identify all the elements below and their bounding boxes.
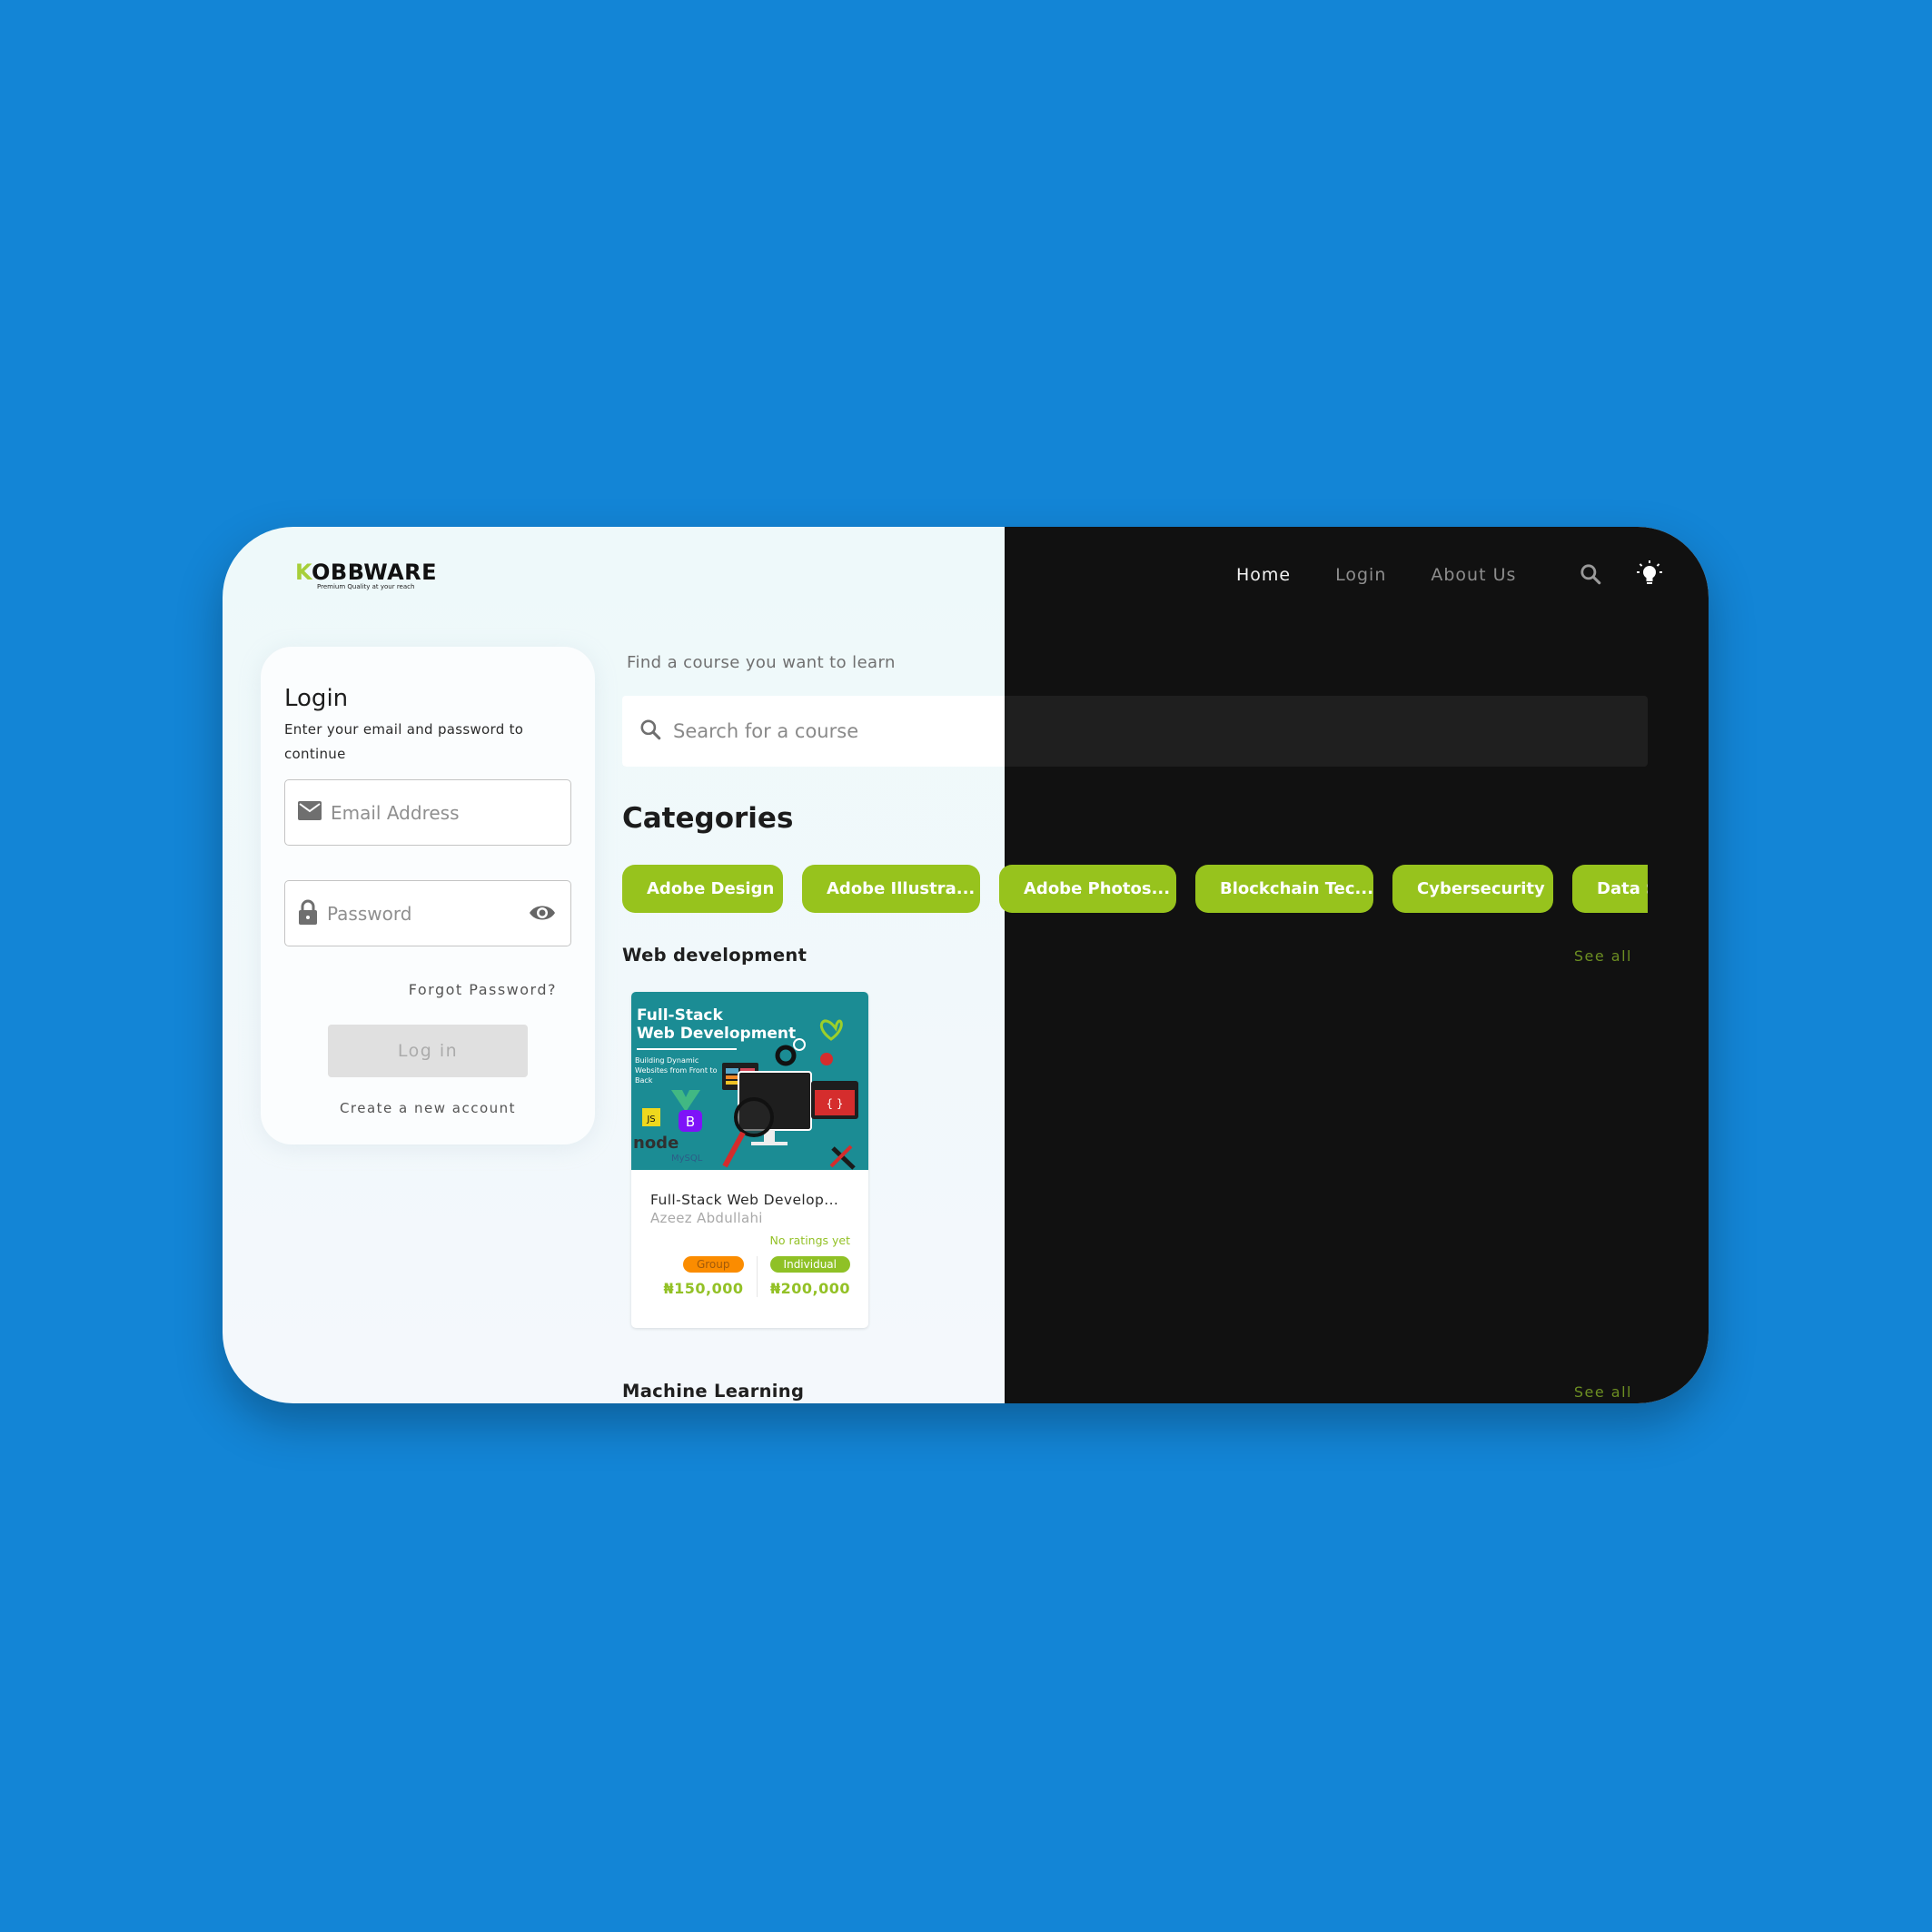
forgot-password-link[interactable]: Forgot Password? [284, 981, 571, 998]
category-chip[interactable]: Cybersecurity [1392, 865, 1553, 913]
nav-icons [1579, 560, 1664, 589]
mail-icon [298, 801, 322, 824]
svg-text:{ }: { } [826, 1097, 843, 1110]
category-chip[interactable]: Data S [1572, 865, 1648, 913]
svg-text:MySQL: MySQL [671, 1154, 703, 1164]
see-all-machine-learning[interactable]: See all [1574, 1383, 1632, 1401]
section-title-machine-learning: Machine Learning [622, 1381, 805, 1402]
category-chip[interactable]: Adobe Design [622, 865, 783, 913]
group-price-block: Group ₦150,000 [650, 1256, 758, 1297]
categories-title: Categories [622, 802, 794, 835]
individual-price: ₦200,000 [769, 1280, 850, 1297]
lightbulb-icon[interactable] [1635, 560, 1664, 589]
section-title-web-development: Web development [622, 945, 807, 966]
course-search-input[interactable] [673, 720, 1000, 742]
brand-logo[interactable]: KOBBWARE Premium Quality at your reach [295, 560, 437, 590]
search-field-light [622, 696, 1005, 767]
nav-home[interactable]: Home [1236, 565, 1291, 585]
nav-about-us[interactable]: About Us [1431, 565, 1516, 585]
search-icon[interactable] [1579, 562, 1602, 586]
svg-text:node: node [633, 1134, 679, 1153]
password-input[interactable] [327, 902, 509, 925]
login-subtitle: Enter your email and password to continu… [284, 721, 524, 762]
nav-login[interactable]: Login [1335, 565, 1386, 585]
course-thumbnail: Full-Stack Web Development Building Dyna… [631, 992, 868, 1170]
course-info: Full-Stack Web Develop... Azeez Abdullah… [631, 1170, 868, 1297]
search-field-dark[interactable] [1005, 696, 1648, 767]
email-field[interactable] [284, 779, 571, 846]
category-chips: Adobe Design Adobe Illustra... Adobe Pho… [622, 865, 1648, 914]
search-label: Find a course you want to learn [627, 653, 896, 672]
app-window: KOBBWARE Premium Quality at your reach H… [223, 527, 1709, 1403]
create-account-link[interactable]: Create a new account [284, 1100, 571, 1116]
category-chip[interactable]: Adobe Illustra... [802, 865, 980, 913]
email-input[interactable] [331, 801, 512, 824]
show-password-icon[interactable] [529, 903, 556, 926]
login-button[interactable]: Log in [328, 1025, 528, 1077]
svg-text:JS: JS [646, 1115, 655, 1125]
course-rating: No ratings yet [769, 1234, 850, 1247]
dark-theme-panel [1005, 527, 1709, 1403]
top-nav: Home Login About Us [1236, 565, 1516, 585]
course-author: Azeez Abdullahi [650, 1210, 763, 1226]
course-card[interactable]: Full-Stack Web Development Building Dyna… [631, 992, 868, 1328]
brand-name: KOBBWARE [295, 560, 438, 585]
login-card: Login Enter your email and password to c… [261, 647, 595, 1144]
course-prices: Group ₦150,000 Individual ₦200,000 [650, 1256, 850, 1297]
course-title: Full-Stack Web Develop... [650, 1192, 839, 1208]
category-chip[interactable]: Adobe Photos... [999, 865, 1176, 913]
password-field[interactable] [284, 880, 571, 946]
svg-text:B: B [686, 1114, 695, 1130]
thumbnail-illustration: { } JS B node MySQL [633, 1019, 858, 1170]
group-price: ₦150,000 [663, 1280, 744, 1297]
lock-icon [298, 899, 318, 928]
individual-price-block: Individual ₦200,000 [758, 1256, 850, 1297]
login-title: Login [284, 685, 349, 712]
category-chip[interactable]: Blockchain Tec... [1195, 865, 1373, 913]
individual-badge: Individual [769, 1256, 850, 1273]
course-search-bar[interactable] [622, 696, 1648, 767]
see-all-web-development[interactable]: See all [1574, 947, 1632, 965]
group-badge: Group [682, 1256, 744, 1273]
search-field-icon [639, 718, 662, 745]
